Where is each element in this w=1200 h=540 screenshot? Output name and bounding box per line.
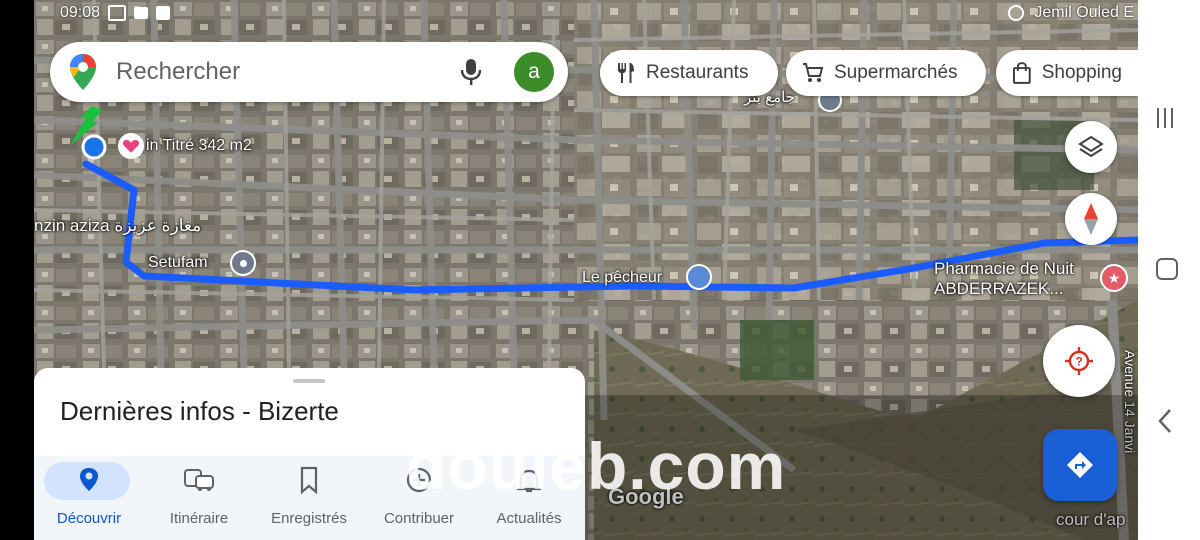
recent-apps-icon[interactable] (1157, 108, 1179, 130)
map-label-setufam[interactable]: Setufam (148, 254, 208, 272)
compass-icon (1084, 203, 1098, 235)
gallery-icon (108, 5, 127, 21)
nav-item-enregistres[interactable]: Enregistrés (254, 456, 364, 540)
map-label-pharmacy[interactable]: Pharmacie de Nuit ABDERRAZEK... (934, 259, 1074, 299)
sheet-title: Dernières infos - Bizerte (60, 396, 339, 426)
status-bar: 09:08 (60, 4, 171, 22)
chip-restaurants[interactable]: Restaurants (600, 50, 778, 96)
directions-button[interactable] (1043, 429, 1117, 501)
map-label-area: Jemil Ouled E (1034, 4, 1134, 21)
chip-supermarches[interactable]: Supermarchés (786, 50, 986, 96)
restaurant-icon (618, 63, 634, 83)
nav-label: Actualités (496, 510, 562, 527)
map-label-pecheur[interactable]: Le pêcheur (582, 269, 662, 287)
pharmacy-name-2: ABDERRAZEK... (934, 279, 1064, 298)
chip-label: Supermarchés (834, 62, 958, 83)
map-label-titre[interactable]: in Titré 342 m2 (146, 137, 252, 155)
svg-text:?: ? (1075, 355, 1082, 369)
pharmacy-poi-icon[interactable]: ★ (1100, 264, 1128, 292)
home-icon[interactable] (1156, 258, 1178, 280)
shopping-poi-icon[interactable] (686, 264, 712, 290)
chip-label: Restaurants (646, 62, 749, 83)
google-maps-logo-icon (70, 54, 96, 90)
commute-icon (184, 469, 214, 491)
nav-label: Itinéraire (169, 510, 229, 527)
screen: in Titré 342 m2 nzin aziza مغازة عزيزة S… (0, 0, 1200, 540)
search-input[interactable]: Rechercher (116, 58, 240, 86)
layers-icon (1078, 135, 1104, 158)
nav-label: Découvrir (56, 510, 122, 527)
status-time: 09:08 (60, 4, 101, 21)
android-navigation-bar (1138, 0, 1200, 540)
location-dot (81, 134, 107, 160)
compass-button[interactable] (1065, 193, 1117, 245)
account-avatar[interactable]: a (514, 52, 554, 92)
directions-icon (1067, 452, 1093, 478)
chip-shopping[interactable]: Shopping (996, 50, 1138, 96)
alarm-icon (1007, 4, 1024, 21)
map-label-shop[interactable]: nzin aziza مغازة عزيزة (34, 216, 201, 236)
avatar-letter: a (528, 60, 540, 83)
cart-icon (803, 63, 824, 82)
location-target-icon: ? (1065, 347, 1093, 375)
layers-button[interactable] (1065, 121, 1117, 173)
shopping-bag-icon (1012, 62, 1031, 84)
search-bar[interactable]: Rechercher a (50, 42, 568, 102)
nav-label: Contribuer (383, 510, 455, 527)
nav-item-itineraire[interactable]: Itinéraire (144, 456, 254, 540)
back-icon[interactable] (1156, 408, 1176, 434)
pharmacy-name: Pharmacie de Nuit (934, 259, 1074, 278)
sheet-drag-handle[interactable] (293, 379, 325, 383)
status-right: Jemil Ouled E (1007, 4, 1134, 22)
heart-poi-icon[interactable] (118, 133, 144, 159)
nav-label: Enregistrés (271, 510, 347, 527)
watermark-text: douleb.com (406, 429, 787, 503)
pin-icon (80, 468, 98, 491)
message-icon (134, 7, 149, 19)
bookmark-icon (300, 466, 318, 495)
facebook-icon (156, 6, 171, 20)
my-location-button[interactable]: ? (1043, 325, 1115, 397)
nav-item-decouvrir[interactable]: Découvrir (34, 456, 144, 540)
setufam-poi-icon[interactable] (230, 250, 256, 276)
chip-label: Shopping (1041, 62, 1122, 83)
microphone-icon[interactable] (460, 58, 482, 86)
